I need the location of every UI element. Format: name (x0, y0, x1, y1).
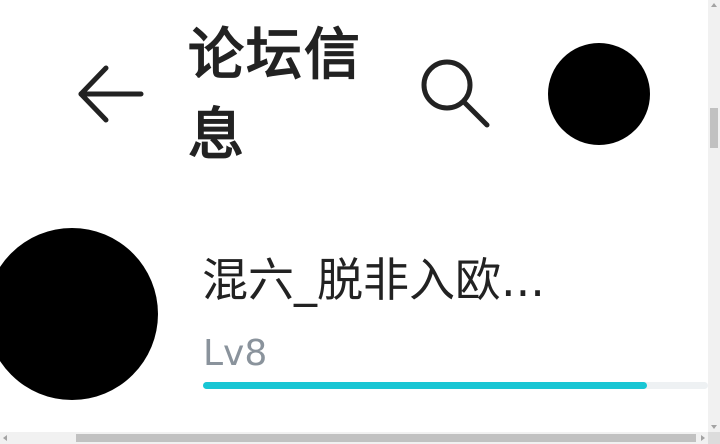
arrow-left-icon (78, 65, 144, 123)
vertical-scroll-thumb[interactable] (710, 108, 718, 148)
user-level: Lv8 (203, 333, 268, 374)
horizontal-scrollbar[interactable] (0, 432, 708, 444)
horizontal-scroll-thumb[interactable] (76, 434, 696, 442)
scrollbar-corner (708, 432, 720, 444)
user-name[interactable]: 混六_脱非入欧... (202, 248, 545, 312)
forum-info-page: 论坛信息 混六_脱非入欧... Lv8 (0, 0, 720, 444)
scroll-up-icon[interactable] (711, 3, 717, 7)
user-avatar[interactable] (0, 228, 158, 400)
header-avatar[interactable] (548, 43, 650, 145)
level-progress-fill (203, 382, 648, 389)
scroll-down-icon[interactable] (711, 425, 717, 429)
page-title: 论坛信息 (188, 23, 362, 168)
scroll-right-icon[interactable] (701, 435, 705, 441)
search-button[interactable] (412, 50, 498, 136)
level-progress-track (203, 382, 708, 389)
scroll-left-icon[interactable] (3, 435, 7, 441)
back-button[interactable] (70, 58, 150, 130)
search-icon (421, 59, 490, 128)
vertical-scrollbar[interactable] (708, 0, 720, 432)
